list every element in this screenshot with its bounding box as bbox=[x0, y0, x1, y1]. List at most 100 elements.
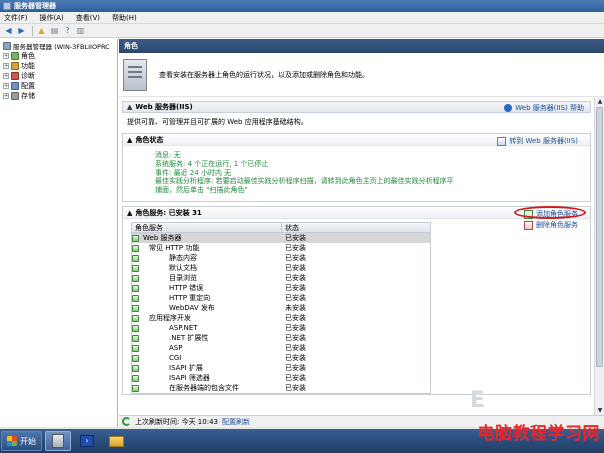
service-status: 已安装 bbox=[285, 294, 306, 302]
expand-icon[interactable]: + bbox=[3, 73, 9, 79]
table-row[interactable]: 应用程序开发 已安装 bbox=[132, 313, 430, 323]
tree-item-configuration[interactable]: + 配置 bbox=[0, 81, 117, 91]
column-header-service[interactable]: 角色服务 bbox=[132, 223, 282, 232]
folder-icon bbox=[108, 435, 124, 447]
best-practices-status[interactable]: 最佳实践分析程序: 若要启动最佳实践分析程序扫描，请转到此角色主页上的最佳实践分… bbox=[155, 177, 455, 195]
tree-item-roles[interactable]: + 角色 bbox=[0, 51, 117, 61]
remove-role-services-label: 删除角色服务 bbox=[536, 221, 578, 229]
table-row[interactable]: ISAPI 筛选器 已安装 bbox=[132, 373, 430, 383]
table-row[interactable]: HTTP 重定向 已安装 bbox=[132, 293, 430, 303]
role-service-icon bbox=[132, 354, 139, 362]
role-service-icon bbox=[132, 284, 139, 292]
role-status-details: 消息: 无 系统服务: 4 个正在运行, 1 个已停止 事件: 最近 24 小时… bbox=[123, 146, 590, 201]
expand-icon[interactable]: + bbox=[3, 83, 9, 89]
collapse-icon[interactable]: ▲ bbox=[127, 103, 132, 111]
role-services-table: 角色服务 状态 Web 服务器 已安装 常见 HTTP 功能 已安装 静态内容 已安装 默认… bbox=[131, 222, 431, 394]
start-label: 开始 bbox=[20, 436, 36, 446]
scroll-down-icon[interactable]: ▼ bbox=[595, 406, 604, 415]
tree-item-label: 诊断 bbox=[21, 72, 35, 80]
table-row[interactable]: CGI 已安装 bbox=[132, 353, 430, 363]
service-status: 已安装 bbox=[285, 334, 306, 342]
service-name: ASP.NET bbox=[169, 324, 198, 332]
service-status: 已安装 bbox=[285, 234, 306, 242]
scroll-thumb[interactable] bbox=[596, 107, 603, 367]
column-header-status[interactable]: 状态 bbox=[282, 223, 299, 232]
menu-file[interactable]: 文件(F) bbox=[4, 13, 28, 23]
content-pane: 角色 查看安装在服务器上角色的运行状况，以及添加或删除角色和功能。 ▲ Web … bbox=[119, 39, 604, 427]
service-status: 已安装 bbox=[285, 324, 306, 332]
collapse-icon[interactable]: ▲ bbox=[127, 136, 132, 144]
service-name-cell: 静态内容 bbox=[132, 253, 282, 263]
table-row[interactable]: 常见 HTTP 功能 已安装 bbox=[132, 243, 430, 253]
table-row[interactable]: 默认文档 已安装 bbox=[132, 263, 430, 273]
tree-item-diagnostics[interactable]: + 诊断 bbox=[0, 71, 117, 81]
table-row[interactable]: HTTP 错误 已安装 bbox=[132, 283, 430, 293]
table-row[interactable]: .NET 扩展性 已安装 bbox=[132, 333, 430, 343]
expand-icon[interactable]: + bbox=[3, 63, 9, 69]
table-row[interactable]: ASP 已安装 bbox=[132, 343, 430, 353]
service-status: 已安装 bbox=[285, 354, 306, 362]
last-refresh-text: 上次刷新时间: 今天 10:43 bbox=[135, 417, 218, 426]
table-row[interactable]: Web 服务器 已安装 bbox=[132, 233, 430, 243]
service-status: 已安装 bbox=[285, 254, 306, 262]
menu-help[interactable]: 帮助(H) bbox=[112, 13, 137, 23]
ghost-watermark: E bbox=[470, 388, 486, 413]
site-watermark: 电脑教程学习网 bbox=[477, 424, 600, 444]
expand-icon[interactable]: + bbox=[3, 53, 9, 59]
vertical-scrollbar[interactable]: ▲ ▼ bbox=[594, 97, 604, 415]
web-server-help-link[interactable]: Web 服务器(IIS) 帮助 bbox=[504, 103, 584, 113]
taskbar-server-manager[interactable] bbox=[45, 431, 71, 451]
service-status: 已安装 bbox=[285, 344, 306, 352]
menu-action[interactable]: 操作(A) bbox=[40, 13, 64, 23]
service-status: 已安装 bbox=[285, 384, 306, 392]
server-icon bbox=[3, 42, 11, 50]
remove-icon bbox=[524, 220, 533, 230]
table-row[interactable]: ASP.NET 已安装 bbox=[132, 323, 430, 333]
service-status: 已安装 bbox=[285, 284, 306, 292]
up-folder-icon[interactable]: ▲ bbox=[36, 25, 47, 36]
service-name-cell: .NET 扩展性 bbox=[132, 333, 282, 343]
tree-item-storage[interactable]: + 存储 bbox=[0, 91, 117, 101]
collapse-icon[interactable]: ▲ bbox=[127, 209, 132, 217]
role-services-title: 角色服务: 已安装 31 bbox=[135, 208, 202, 217]
refresh-icon bbox=[122, 417, 131, 426]
service-name: ISAPI 筛选器 bbox=[169, 374, 210, 382]
service-status: 已安装 bbox=[285, 264, 306, 272]
tree-item-label: 存储 bbox=[21, 92, 35, 100]
role-service-icon bbox=[132, 294, 139, 302]
table-row[interactable]: 静态内容 已安装 bbox=[132, 253, 430, 263]
taskbar-powershell[interactable]: › bbox=[74, 431, 100, 451]
forward-arrow-icon[interactable]: ▶ bbox=[16, 25, 27, 36]
service-name: HTTP 错误 bbox=[169, 284, 204, 292]
table-row[interactable]: WebDAV 发布 未安装 bbox=[132, 303, 430, 313]
tree-item-label: 角色 bbox=[21, 52, 35, 60]
back-arrow-icon[interactable]: ◀ bbox=[3, 25, 14, 36]
menu-view[interactable]: 查看(V) bbox=[76, 13, 100, 23]
properties-icon[interactable]: ▤ bbox=[49, 25, 60, 36]
scroll-up-icon[interactable]: ▲ bbox=[595, 97, 604, 106]
tree-root-server-manager[interactable]: 服务器管理器 (WIN-3FBLIIOPRC bbox=[0, 41, 117, 51]
start-button[interactable]: 开始 bbox=[1, 431, 42, 451]
web-server-description: 提供可靠、可管理并且可扩展的 Web 应用程序基础结构。 bbox=[127, 118, 308, 126]
table-row[interactable]: 目录浏览 已安装 bbox=[132, 273, 430, 283]
service-name: 静态内容 bbox=[169, 254, 197, 262]
expand-icon[interactable]: + bbox=[3, 93, 9, 99]
storage-icon bbox=[11, 92, 19, 100]
service-name-cell: 目录浏览 bbox=[132, 273, 282, 283]
service-name-cell: ISAPI 筛选器 bbox=[132, 373, 282, 383]
console-tree-icon[interactable]: ▥ bbox=[75, 25, 86, 36]
table-row[interactable]: 在服务器端的包含文件 已安装 bbox=[132, 383, 430, 393]
menu-bar: 文件(F) 操作(A) 查看(V) 帮助(H) bbox=[0, 12, 604, 24]
remove-role-services-link[interactable]: 删除角色服务 bbox=[524, 220, 578, 230]
role-service-icon bbox=[132, 334, 139, 342]
service-name: .NET 扩展性 bbox=[169, 334, 209, 342]
configure-refresh-link[interactable]: 配置刷新 bbox=[222, 417, 250, 427]
service-name-cell: ISAPI 扩展 bbox=[132, 363, 282, 373]
table-row[interactable]: ISAPI 扩展 已安装 bbox=[132, 363, 430, 373]
help-icon[interactable]: ? bbox=[62, 25, 73, 36]
goto-web-server-link[interactable]: 转到 Web 服务器(IIS) bbox=[497, 136, 578, 146]
tree-item-features[interactable]: + 功能 bbox=[0, 61, 117, 71]
service-name: HTTP 重定向 bbox=[169, 294, 211, 302]
taskbar-explorer[interactable] bbox=[103, 431, 129, 451]
server-manager-taskbar-icon bbox=[52, 434, 64, 448]
